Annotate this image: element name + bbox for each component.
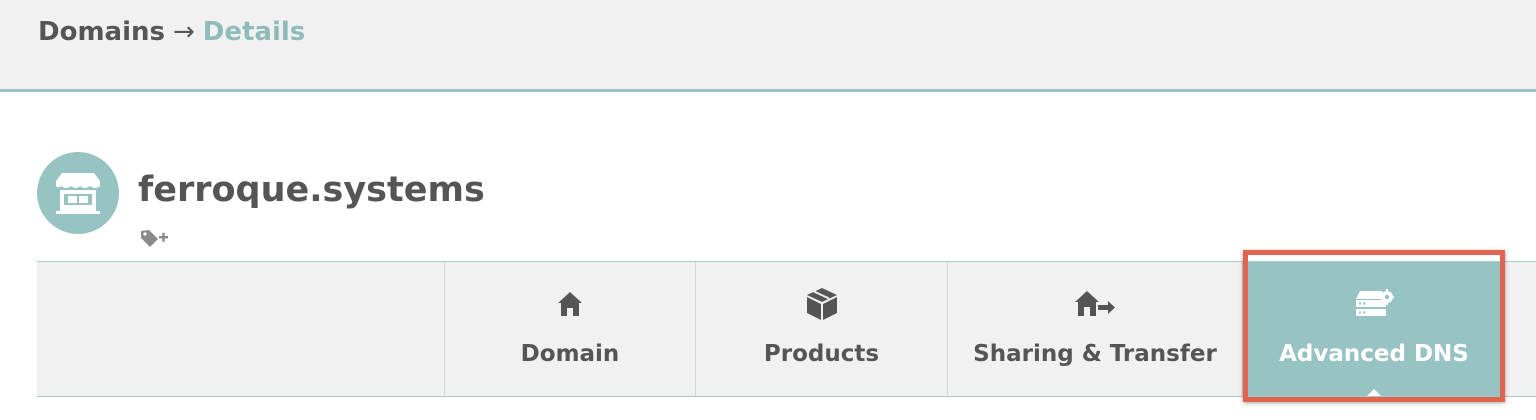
top-bar: Domains → Details bbox=[0, 0, 1536, 92]
tab-products-label: Products bbox=[763, 341, 880, 367]
storefront-icon bbox=[56, 173, 100, 214]
server-gear-icon bbox=[1243, 284, 1505, 324]
tab-domain-label: Domain bbox=[520, 341, 620, 367]
tab-domain[interactable]: Domain bbox=[445, 262, 696, 396]
tab-advanced-dns[interactable]: Advanced DNS bbox=[1243, 262, 1505, 396]
domain-tab-bar: Domain Products Sharing & Transfer Advan… bbox=[37, 261, 1536, 397]
breadcrumb-separator: → bbox=[172, 17, 195, 47]
active-tab-caret bbox=[1367, 389, 1381, 396]
domain-avatar bbox=[37, 152, 119, 234]
breadcrumb-current: Details bbox=[202, 17, 306, 47]
home-icon bbox=[445, 284, 695, 324]
tab-sharing-transfer-label: Sharing & Transfer bbox=[973, 341, 1217, 367]
domain-name-title: ferroque.systems bbox=[138, 170, 485, 210]
tag-add-icon[interactable] bbox=[140, 227, 170, 249]
home-share-icon bbox=[948, 284, 1242, 324]
tab-sharing-transfer[interactable]: Sharing & Transfer bbox=[948, 262, 1243, 396]
tab-advanced-dns-label: Advanced DNS bbox=[1279, 341, 1469, 367]
box-icon bbox=[696, 284, 947, 324]
tab-bar-spacer bbox=[37, 262, 445, 396]
breadcrumb-parent-link[interactable]: Domains bbox=[38, 17, 165, 47]
tab-products[interactable]: Products bbox=[696, 262, 948, 396]
breadcrumb: Domains → Details bbox=[38, 14, 305, 50]
